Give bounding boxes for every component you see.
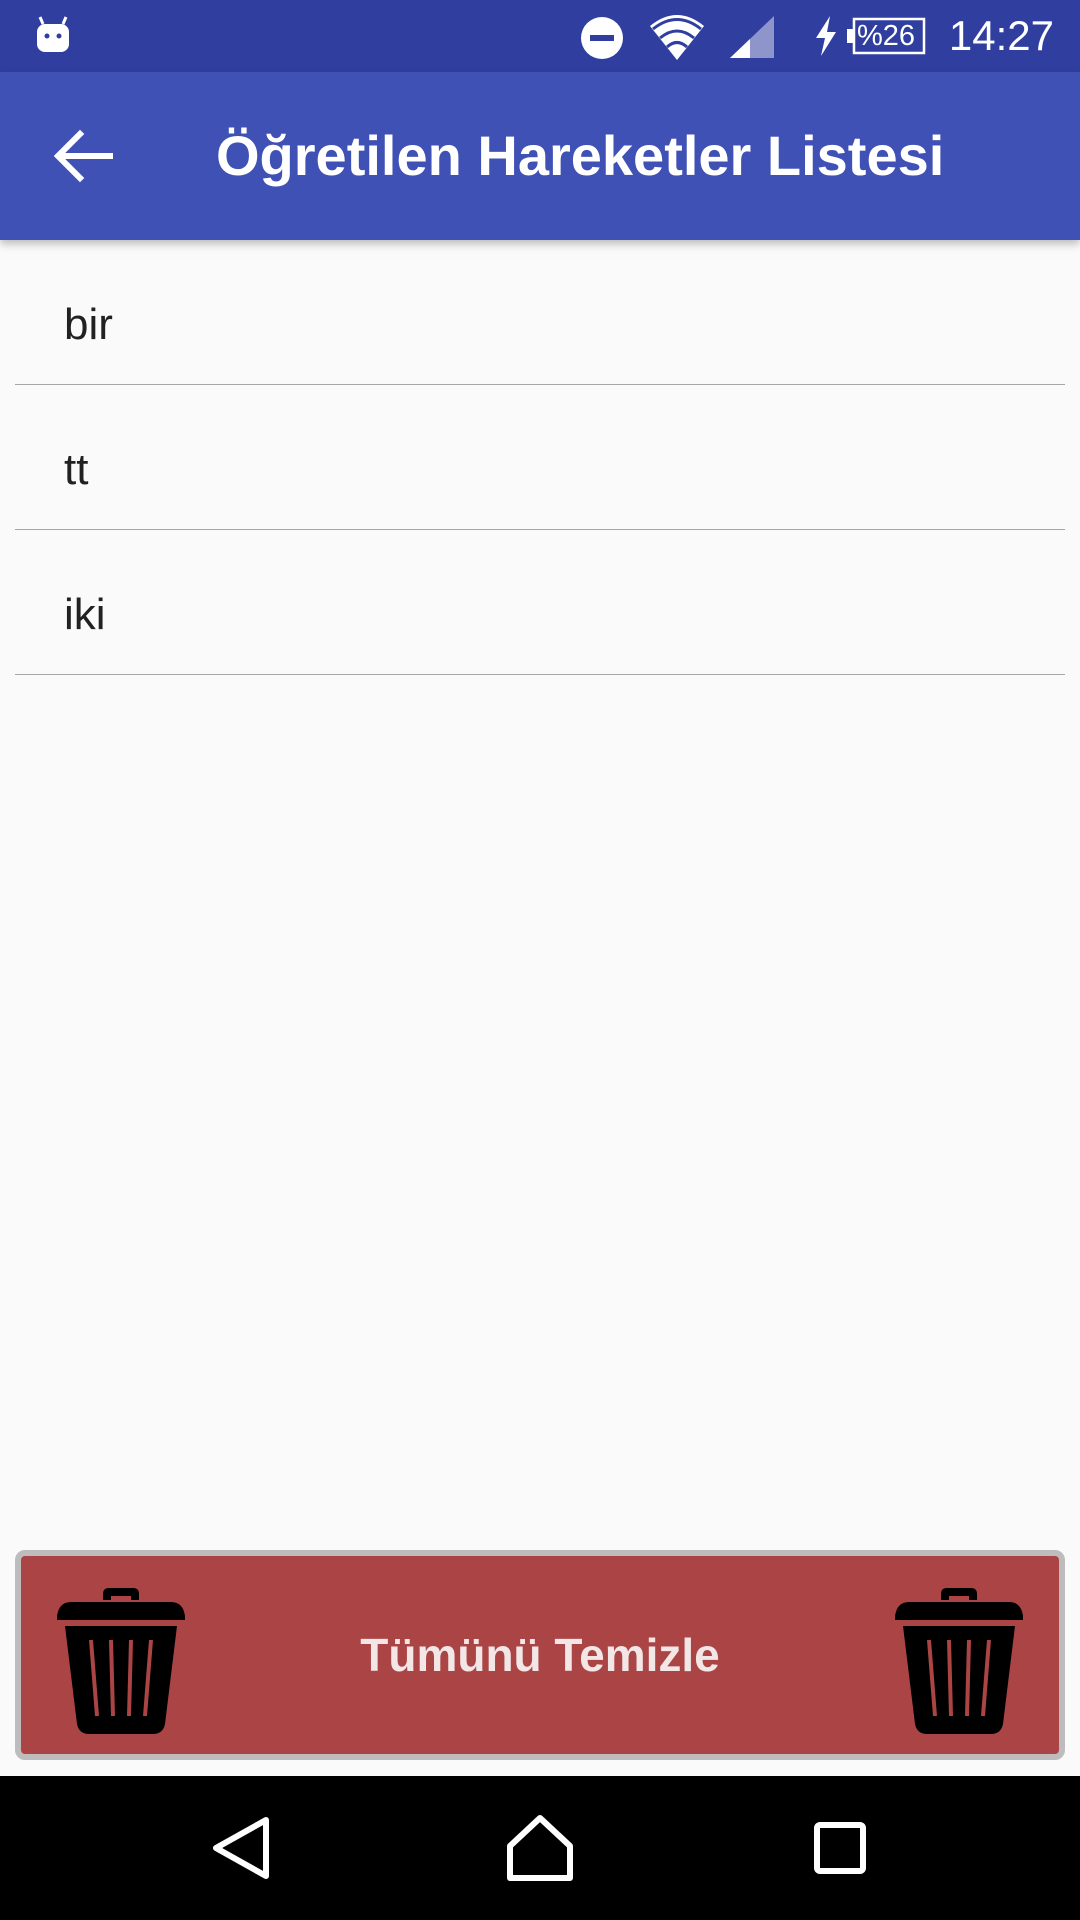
- trash-icon: [895, 1588, 1023, 1734]
- arrow-back-icon[interactable]: [50, 122, 118, 190]
- do-not-disturb-icon: [581, 17, 623, 59]
- list-item[interactable]: iki: [15, 530, 1065, 675]
- list-item-label: bir: [64, 300, 113, 349]
- nav-recents-icon[interactable]: [798, 1806, 882, 1890]
- nav-back-icon[interactable]: [200, 1806, 284, 1890]
- list-item[interactable]: tt: [15, 385, 1065, 530]
- page-title: Öğretilen Hareketler Listesi: [216, 124, 945, 187]
- charging-bolt-icon: [816, 16, 836, 56]
- gesture-list: bir tt iki: [15, 240, 1065, 675]
- status-clock: 14:27: [948, 12, 1054, 59]
- app-notification-icon: [37, 16, 69, 52]
- battery-percentage: %26: [856, 20, 916, 52]
- clear-all-button[interactable]: Tümünü Temizle: [15, 1550, 1065, 1760]
- status-bar: %26 14:27: [0, 0, 1080, 72]
- list-item-label: tt: [64, 445, 89, 494]
- list-item-label: iki: [64, 590, 106, 639]
- nav-home-icon[interactable]: [498, 1806, 582, 1890]
- cell-signal-icon: [730, 16, 774, 58]
- battery-indicator: %26: [846, 17, 926, 55]
- screen: %26 14:27 Öğretilen Hareketler Listesi b…: [0, 0, 1080, 1920]
- navigation-bar: [0, 1776, 1080, 1920]
- list-item[interactable]: bir: [15, 240, 1065, 385]
- wifi-icon: [650, 15, 704, 60]
- app-bar: Öğretilen Hareketler Listesi: [0, 72, 1080, 240]
